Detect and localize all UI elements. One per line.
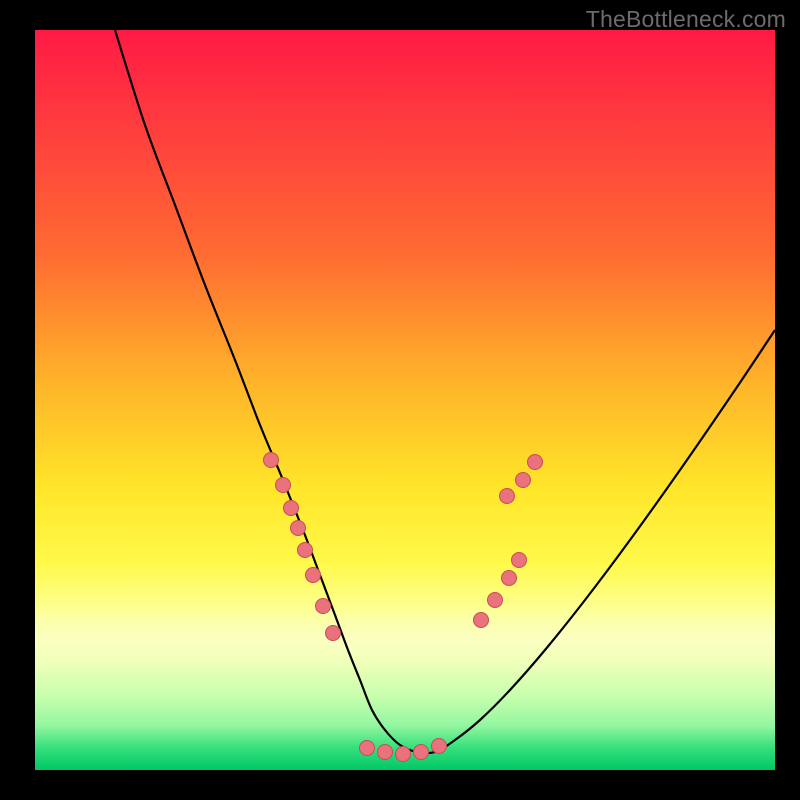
- data-point: [360, 741, 375, 756]
- data-points: [264, 453, 543, 762]
- curve-svg: [35, 30, 775, 770]
- bottleneck-curve: [115, 30, 775, 753]
- data-point: [528, 455, 543, 470]
- data-point: [474, 613, 489, 628]
- data-point: [502, 571, 517, 586]
- data-point: [488, 593, 503, 608]
- data-point: [378, 745, 393, 760]
- data-point: [298, 543, 313, 558]
- data-point: [414, 745, 429, 760]
- data-point: [316, 599, 331, 614]
- data-point: [291, 521, 306, 536]
- data-point: [306, 568, 321, 583]
- data-point: [276, 478, 291, 493]
- data-point: [512, 553, 527, 568]
- plot-area: [35, 30, 775, 770]
- data-point: [264, 453, 279, 468]
- chart-frame: TheBottleneck.com: [0, 0, 800, 800]
- data-point: [500, 489, 515, 504]
- data-point: [326, 626, 341, 641]
- data-point: [432, 739, 447, 754]
- data-point: [396, 747, 411, 762]
- data-point: [284, 501, 299, 516]
- watermark-text: TheBottleneck.com: [586, 6, 786, 33]
- data-point: [516, 473, 531, 488]
